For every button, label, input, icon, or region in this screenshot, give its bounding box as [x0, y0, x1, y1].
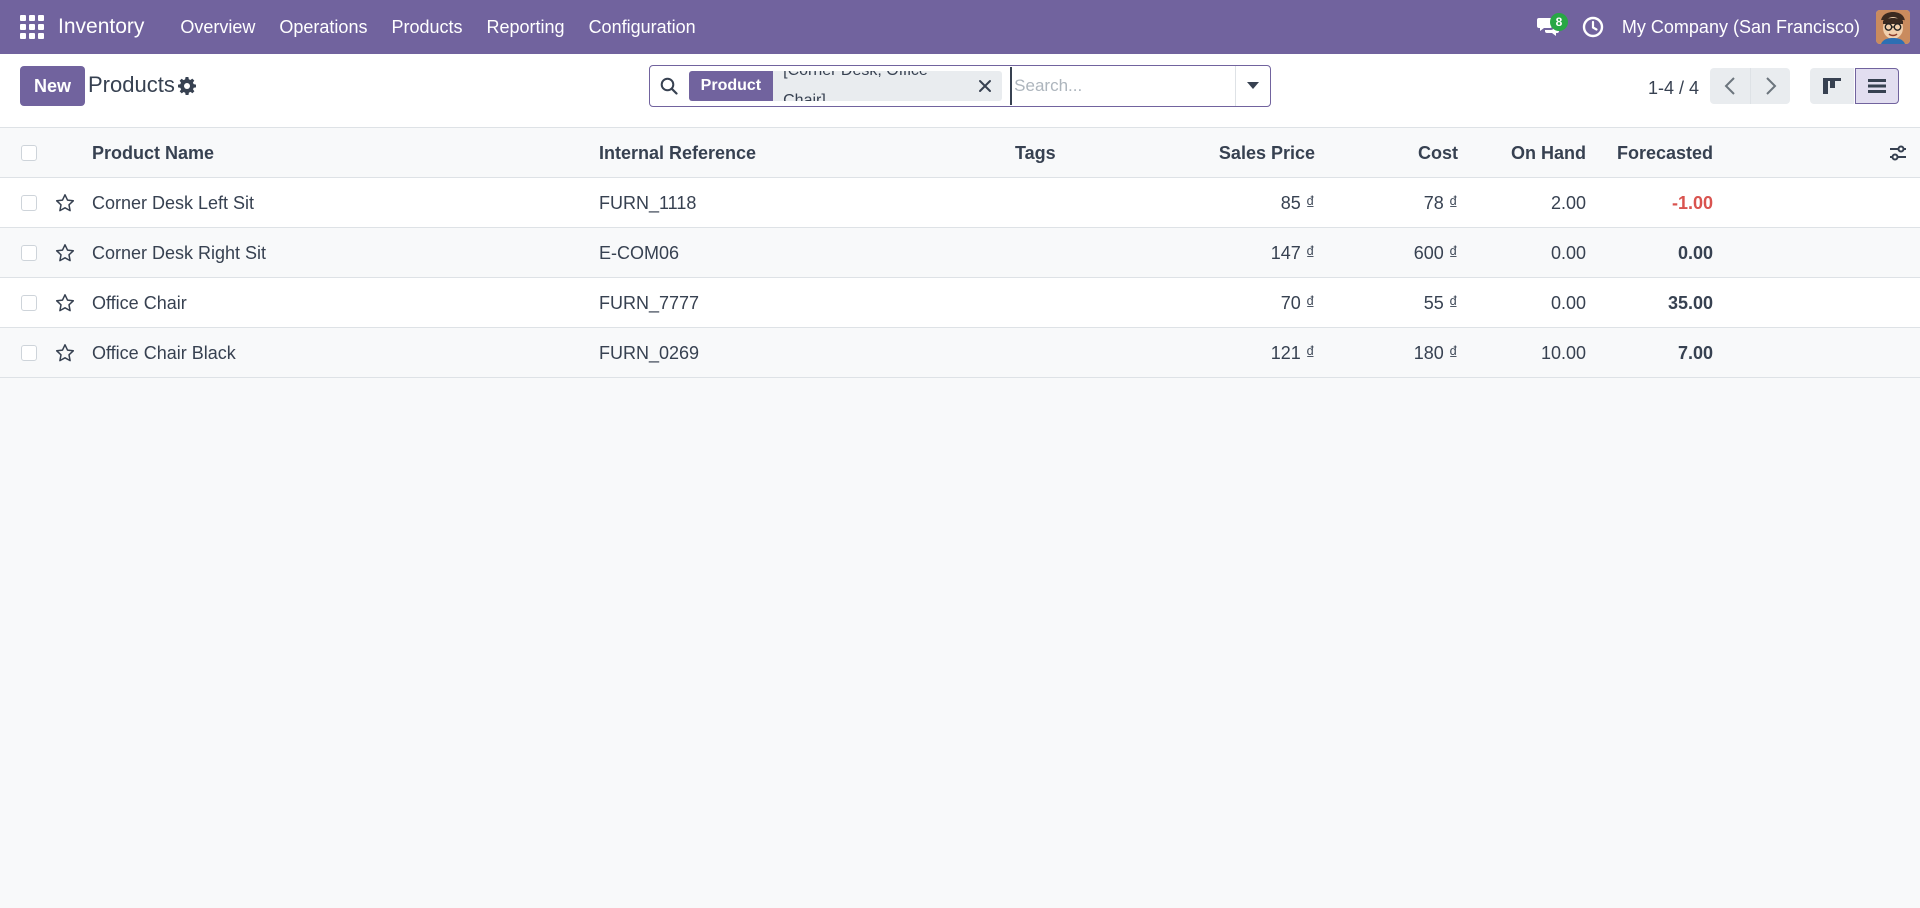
- cell-onhand: 2.00: [1550, 193, 1586, 213]
- search-facet: Product [Corner Desk, Office Chair]: [688, 71, 1003, 101]
- facet-label: Product: [688, 71, 774, 101]
- column-header-tags[interactable]: Tags: [1015, 128, 1056, 178]
- list-icon: [1868, 79, 1886, 93]
- table-row[interactable]: Office Chair Black FURN_0269 121 ₫ 180 ₫…: [0, 328, 1920, 378]
- app-brand[interactable]: Inventory: [58, 15, 144, 39]
- cell-forecast: -1.00: [1671, 193, 1713, 213]
- column-settings-icon[interactable]: [1888, 143, 1908, 163]
- search-options-toggle[interactable]: [1235, 66, 1270, 106]
- cell-ref: FURN_1118: [599, 193, 697, 213]
- cell-ref: E-COM06: [599, 243, 680, 263]
- menu-item-products[interactable]: Products: [379, 0, 474, 54]
- navbar-systray: 8 My Company (San Francisco): [1530, 0, 1920, 54]
- page-title: Products: [88, 72, 175, 97]
- list-view-button[interactable]: [1855, 68, 1899, 104]
- row-checkbox[interactable]: [21, 345, 37, 361]
- control-panel: New Products Product [Corner Desk, Offic…: [0, 54, 1920, 128]
- star-icon[interactable]: [55, 293, 75, 313]
- cell-ref: FURN_0269: [599, 343, 700, 363]
- search-icon: [661, 77, 678, 95]
- menu-item-configuration[interactable]: Configuration: [577, 0, 708, 54]
- column-header-sales[interactable]: Sales Price: [1219, 128, 1315, 178]
- menu-item-overview[interactable]: Overview: [168, 0, 267, 54]
- cell-name: Office Chair: [92, 293, 187, 313]
- cell-name: Corner Desk Right Sit: [92, 243, 267, 263]
- cell-sales: 70 ₫: [1280, 293, 1315, 313]
- table-row[interactable]: Corner Desk Right Sit E-COM06 147 ₫ 600 …: [0, 228, 1920, 278]
- chat-count-badge: 8: [1549, 13, 1568, 31]
- search-input[interactable]: [1010, 67, 1236, 105]
- clock-icon: [1582, 16, 1604, 38]
- menu-item-operations[interactable]: Operations: [267, 0, 379, 54]
- cell-sales: 85 ₫: [1280, 193, 1315, 213]
- row-checkbox[interactable]: [21, 245, 37, 261]
- cell-cost: 180 ₫: [1413, 343, 1458, 363]
- chevron-left-icon: [1724, 77, 1735, 95]
- row-checkbox[interactable]: [21, 295, 37, 311]
- messaging-button[interactable]: 8: [1530, 9, 1568, 45]
- search-icon-wrap: [650, 77, 689, 95]
- pager-next-button[interactable]: [1750, 68, 1790, 104]
- kanban-icon: [1823, 78, 1841, 94]
- cell-onhand: 10.00: [1540, 343, 1586, 363]
- kanban-view-button[interactable]: [1810, 68, 1854, 104]
- user-avatar[interactable]: [1876, 10, 1910, 44]
- table-row[interactable]: Corner Desk Left Sit FURN_1118 85 ₫ 78 ₫…: [0, 178, 1920, 228]
- table-header: Product Name Internal Reference Tags Sal…: [0, 128, 1920, 178]
- column-header-forecast[interactable]: Forecasted: [1617, 128, 1713, 178]
- chevron-right-icon: [1765, 77, 1776, 95]
- column-header-cost[interactable]: Cost: [1418, 128, 1458, 178]
- facet-value: [Corner Desk, Office Chair]: [773, 71, 1003, 101]
- cell-forecast: 7.00: [1677, 343, 1713, 363]
- cell-name: Office Chair Black: [92, 343, 236, 363]
- facet-remove-button[interactable]: [975, 76, 994, 96]
- cell-cost: 78 ₫: [1423, 193, 1458, 213]
- products-table: Product Name Internal Reference Tags Sal…: [0, 128, 1920, 378]
- cell-sales: 121 ₫: [1270, 343, 1315, 363]
- cell-name: Corner Desk Left Sit: [92, 193, 255, 213]
- cell-onhand: 0.00: [1550, 293, 1586, 313]
- pager-previous-button[interactable]: [1710, 68, 1750, 104]
- column-header-ref[interactable]: Internal Reference: [599, 128, 756, 178]
- cell-cost: 55 ₫: [1423, 293, 1458, 313]
- cell-sales: 147 ₫: [1270, 243, 1315, 263]
- cell-forecast: 35.00: [1667, 293, 1713, 313]
- cell-forecast: 0.00: [1677, 243, 1713, 263]
- top-navbar: Inventory Overview Operations Products R…: [0, 0, 1920, 54]
- new-button[interactable]: New: [20, 66, 86, 106]
- menu-item-reporting[interactable]: Reporting: [475, 0, 577, 54]
- pager-value[interactable]: 1-4 / 4: [1648, 78, 1699, 99]
- row-checkbox[interactable]: [21, 195, 37, 211]
- company-switcher[interactable]: My Company (San Francisco): [1622, 17, 1860, 38]
- cell-onhand: 0.00: [1550, 243, 1586, 263]
- close-icon: [978, 80, 991, 92]
- facet-value-text: [Corner Desk, Office Chair]: [783, 71, 928, 101]
- cell-cost: 600 ₫: [1413, 243, 1458, 263]
- main-menu: Overview Operations Products Reporting C…: [168, 0, 707, 54]
- star-icon[interactable]: [55, 343, 75, 363]
- search-bar: Product [Corner Desk, Office Chair]: [649, 65, 1271, 107]
- activity-button[interactable]: [1578, 12, 1608, 42]
- avatar-face-icon: [1876, 10, 1910, 44]
- column-header-onhand[interactable]: On Hand: [1511, 128, 1586, 178]
- cell-ref: FURN_7777: [599, 293, 700, 313]
- select-all-checkbox[interactable]: [21, 145, 37, 161]
- column-header-name[interactable]: Product Name: [92, 128, 214, 178]
- star-icon[interactable]: [55, 243, 75, 263]
- table-row[interactable]: Office Chair FURN_7777 70 ₫ 55 ₫ 0.00 35…: [0, 278, 1920, 328]
- star-icon[interactable]: [55, 193, 75, 213]
- gear-icon[interactable]: [177, 76, 197, 96]
- caret-down-icon: [1247, 82, 1260, 89]
- apps-grid-icon[interactable]: [20, 15, 44, 39]
